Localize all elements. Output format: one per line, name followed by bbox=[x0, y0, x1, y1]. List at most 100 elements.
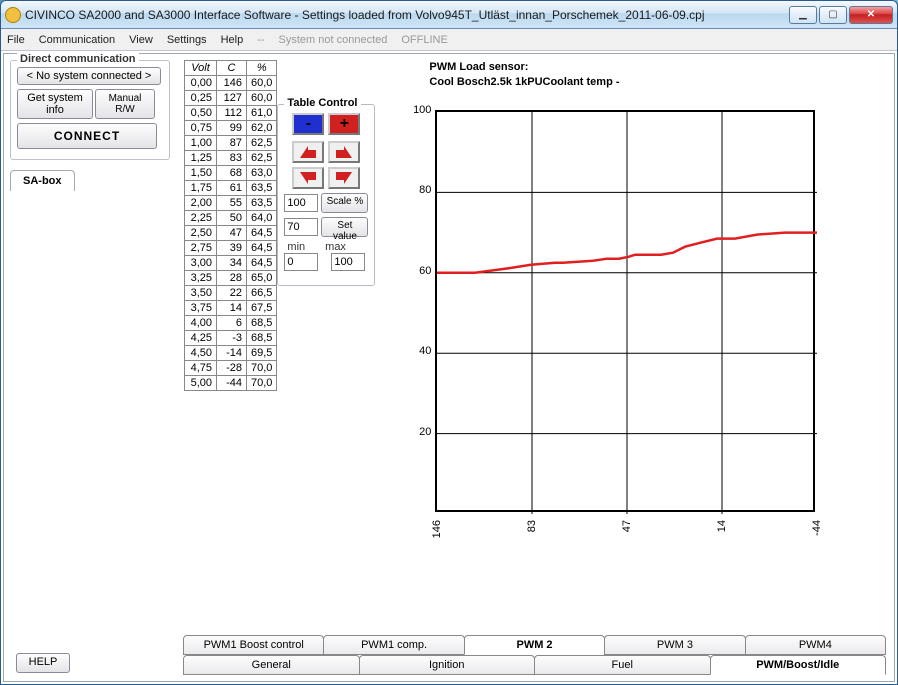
table-cell[interactable]: 70,0 bbox=[247, 361, 277, 376]
table-cell[interactable]: 28 bbox=[217, 271, 247, 286]
table-cell[interactable]: -44 bbox=[217, 376, 247, 391]
table-row[interactable]: 4,25-368,5 bbox=[185, 331, 277, 346]
setvalue-button[interactable]: Set value bbox=[321, 217, 368, 237]
table-cell[interactable]: 68,5 bbox=[247, 331, 277, 346]
table-row[interactable]: 0,759962,0 bbox=[185, 121, 277, 136]
table-cell[interactable]: 66,5 bbox=[247, 286, 277, 301]
table-cell[interactable]: 4,75 bbox=[185, 361, 217, 376]
table-cell[interactable]: 50 bbox=[217, 211, 247, 226]
table-cell[interactable]: 0,75 bbox=[185, 121, 217, 136]
table-cell[interactable]: 6 bbox=[217, 316, 247, 331]
max-input[interactable] bbox=[331, 253, 365, 271]
table-cell[interactable]: 2,50 bbox=[185, 226, 217, 241]
table-cell[interactable]: 68,5 bbox=[247, 316, 277, 331]
table-cell[interactable]: -3 bbox=[217, 331, 247, 346]
table-cell[interactable]: 2,25 bbox=[185, 211, 217, 226]
table-cell[interactable]: 62,5 bbox=[247, 136, 277, 151]
table-cell[interactable]: 64,5 bbox=[247, 226, 277, 241]
table-row[interactable]: 5,00-4470,0 bbox=[185, 376, 277, 391]
table-cell[interactable]: 62,5 bbox=[247, 151, 277, 166]
table-cell[interactable]: 63,5 bbox=[247, 181, 277, 196]
table-cell[interactable]: 5,00 bbox=[185, 376, 217, 391]
table-cell[interactable]: 4,00 bbox=[185, 316, 217, 331]
table-cell[interactable]: 3,50 bbox=[185, 286, 217, 301]
table-row[interactable]: 2,255064,0 bbox=[185, 211, 277, 226]
get-system-info-button[interactable]: Get system info bbox=[17, 89, 93, 119]
tab-pwm1-boost-control[interactable]: PWM1 Boost control bbox=[183, 635, 324, 655]
table-cell[interactable]: 69,5 bbox=[247, 346, 277, 361]
table-cell[interactable]: 1,00 bbox=[185, 136, 217, 151]
table-cell[interactable]: 3,75 bbox=[185, 301, 217, 316]
table-cell[interactable]: 70,0 bbox=[247, 376, 277, 391]
table-row[interactable]: 1,756163,5 bbox=[185, 181, 277, 196]
table-cell[interactable]: -28 bbox=[217, 361, 247, 376]
table-cell[interactable]: 3,25 bbox=[185, 271, 217, 286]
table-row[interactable]: 4,75-2870,0 bbox=[185, 361, 277, 376]
table-cell[interactable]: 14 bbox=[217, 301, 247, 316]
help-button[interactable]: HELP bbox=[16, 653, 70, 673]
menu-communication[interactable]: Communication bbox=[39, 34, 115, 46]
table-cell[interactable]: 0,50 bbox=[185, 106, 217, 121]
scale-button[interactable]: Scale % bbox=[321, 193, 368, 213]
setvalue-input[interactable] bbox=[284, 218, 318, 236]
tab-pwm4[interactable]: PWM4 bbox=[745, 635, 886, 655]
table-row[interactable]: 0,0014660,0 bbox=[185, 76, 277, 91]
arrow-up-right-button[interactable] bbox=[328, 141, 360, 163]
min-input[interactable] bbox=[284, 253, 318, 271]
table-cell[interactable]: 99 bbox=[217, 121, 247, 136]
table-row[interactable]: 3,502266,5 bbox=[185, 286, 277, 301]
table-row[interactable]: 4,50-1469,5 bbox=[185, 346, 277, 361]
tab-ignition[interactable]: Ignition bbox=[359, 655, 536, 675]
table-cell[interactable]: 4,25 bbox=[185, 331, 217, 346]
table-cell[interactable]: 63,5 bbox=[247, 196, 277, 211]
scale-input[interactable] bbox=[284, 194, 318, 212]
table-cell[interactable]: 1,50 bbox=[185, 166, 217, 181]
table-row[interactable]: 1,506863,0 bbox=[185, 166, 277, 181]
col-volt[interactable]: Volt bbox=[185, 61, 217, 76]
table-row[interactable]: 1,258362,5 bbox=[185, 151, 277, 166]
table-cell[interactable]: 127 bbox=[217, 91, 247, 106]
table-cell[interactable]: 67,5 bbox=[247, 301, 277, 316]
sa-box-tab[interactable]: SA-box bbox=[10, 170, 75, 191]
table-cell[interactable]: 2,75 bbox=[185, 241, 217, 256]
table-cell[interactable]: 64,0 bbox=[247, 211, 277, 226]
decrement-button[interactable]: - bbox=[292, 113, 324, 135]
tab-pwm-3[interactable]: PWM 3 bbox=[604, 635, 745, 655]
table-row[interactable]: 4,00668,5 bbox=[185, 316, 277, 331]
table-cell[interactable]: 87 bbox=[217, 136, 247, 151]
increment-button[interactable]: + bbox=[328, 113, 360, 135]
table-cell[interactable]: 65,0 bbox=[247, 271, 277, 286]
table-cell[interactable]: 60,0 bbox=[247, 76, 277, 91]
table-cell[interactable]: 39 bbox=[217, 241, 247, 256]
col-pct[interactable]: % bbox=[247, 61, 277, 76]
tab-pwm1-comp-[interactable]: PWM1 comp. bbox=[323, 635, 464, 655]
tab-general[interactable]: General bbox=[183, 655, 360, 675]
minimize-button[interactable] bbox=[789, 6, 817, 24]
table-cell[interactable]: 0,25 bbox=[185, 91, 217, 106]
table-row[interactable]: 0,5011261,0 bbox=[185, 106, 277, 121]
table-row[interactable]: 0,2512760,0 bbox=[185, 91, 277, 106]
col-c[interactable]: C bbox=[217, 61, 247, 76]
table-cell[interactable]: 60,0 bbox=[247, 91, 277, 106]
menu-view[interactable]: View bbox=[129, 34, 153, 46]
arrow-down-left-button[interactable] bbox=[292, 167, 324, 189]
table-cell[interactable]: 112 bbox=[217, 106, 247, 121]
arrow-down-right-button[interactable] bbox=[328, 167, 360, 189]
menu-settings[interactable]: Settings bbox=[167, 34, 207, 46]
table-cell[interactable]: 34 bbox=[217, 256, 247, 271]
data-table[interactable]: Volt C % 0,0014660,00,2512760,00,5011261… bbox=[184, 60, 277, 391]
table-cell[interactable]: 22 bbox=[217, 286, 247, 301]
table-cell[interactable]: 68 bbox=[217, 166, 247, 181]
close-button[interactable] bbox=[849, 6, 893, 24]
connect-button[interactable]: CONNECT bbox=[17, 123, 157, 149]
table-cell[interactable]: 64,5 bbox=[247, 241, 277, 256]
menu-file[interactable]: File bbox=[7, 34, 25, 46]
table-row[interactable]: 3,003464,5 bbox=[185, 256, 277, 271]
maximize-button[interactable] bbox=[819, 6, 847, 24]
table-row[interactable]: 3,252865,0 bbox=[185, 271, 277, 286]
table-cell[interactable]: 83 bbox=[217, 151, 247, 166]
table-cell[interactable]: 0,00 bbox=[185, 76, 217, 91]
tab-fuel[interactable]: Fuel bbox=[534, 655, 711, 675]
table-cell[interactable]: 47 bbox=[217, 226, 247, 241]
tab-pwm-boost-idle[interactable]: PWM/Boost/Idle bbox=[710, 655, 887, 675]
